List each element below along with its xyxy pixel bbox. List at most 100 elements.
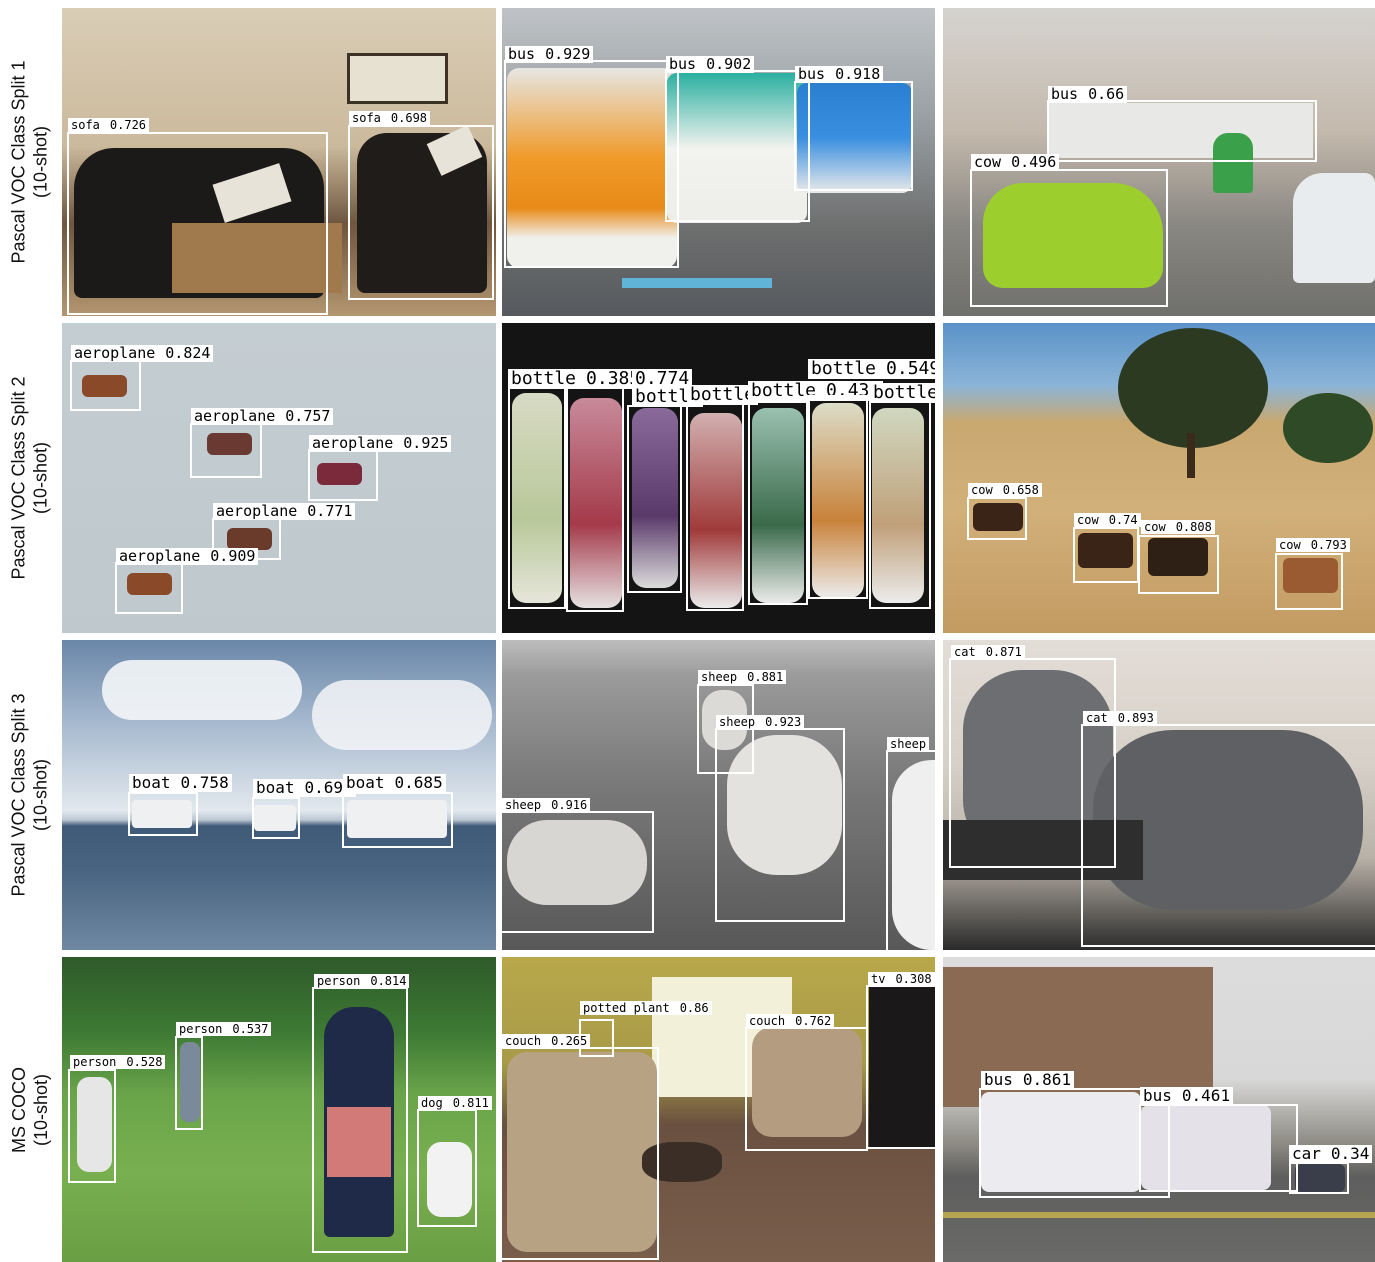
detection-label: aeroplane 0.757 — [191, 408, 334, 425]
tree — [1283, 393, 1373, 463]
detection-label: cow 0.496 — [971, 154, 1060, 171]
tree-trunk — [1187, 433, 1195, 478]
row-label-split1: Pascal VOC Class Split 1 (10-shot) — [0, 8, 60, 316]
detection-box — [502, 1047, 659, 1260]
detection-box — [417, 1109, 477, 1227]
road-lines — [943, 1212, 1375, 1218]
detection-label: couch 0.265 — [502, 1034, 591, 1048]
detection-box — [1289, 1162, 1349, 1194]
photo-biplanes-sky: aeroplane 0.824 aeroplane 0.757 aeroplane 0… — [62, 323, 496, 633]
detection-box — [967, 497, 1027, 540]
cloud — [102, 660, 302, 720]
detection-label: sofa 0.698 — [349, 111, 431, 125]
detection-box — [502, 811, 654, 933]
detection-label: bus 0.929 — [505, 46, 594, 63]
detection-label: couch 0.762 — [746, 1014, 835, 1028]
row-label-line1: MS COCO — [9, 1066, 30, 1153]
detection-box — [68, 1069, 116, 1183]
row-label-line1: Pascal VOC Class Split 2 — [9, 376, 30, 580]
row-label-coco: MS COCO (10-shot) — [0, 957, 60, 1262]
detection-box — [748, 401, 808, 605]
photo-living-room-sofas: sofa 0.726 sofa 0.698 — [62, 8, 496, 316]
detection-box — [1139, 1104, 1298, 1192]
detection-label: sheep 0.916 — [502, 798, 591, 812]
parked-car — [1293, 173, 1375, 283]
cloud — [312, 680, 492, 750]
photo-street-buses: bus 0.929 bus 0.902 bus 0.918 — [502, 8, 935, 316]
detection-label: bottle 0.385 — [508, 369, 644, 389]
detection-box — [67, 132, 328, 315]
detection-box — [715, 728, 845, 922]
detection-label: bus 0.902 — [666, 56, 755, 73]
detection-box — [745, 1027, 868, 1151]
detection-box — [1138, 535, 1219, 594]
detection-box — [252, 797, 300, 839]
detection-label: cat 0.893 — [1083, 711, 1157, 725]
detection-box — [866, 985, 935, 1149]
photo-cows-hillside: cow 0.658 cow 0.74 cow 0.808 cow 0.793 — [943, 323, 1375, 633]
detection-box — [348, 125, 494, 300]
detection-label: person 0.528 — [70, 1055, 166, 1069]
photo-garden-people-dog: person 0.814 person 0.537 person 0.528 dog 0… — [62, 957, 496, 1262]
photo-cow-statue-street: bus 0.66 cow 0.496 — [943, 8, 1375, 316]
detection-label: cat 0.871 — [951, 645, 1025, 659]
detection-label: sheep 0.881 — [698, 670, 787, 684]
photo-sleeping-cats: cat 0.871 cat 0.893 — [943, 640, 1375, 950]
detection-label: aeroplane 0.909 — [116, 548, 259, 565]
row-label-line1: Pascal VOC Class Split 3 — [9, 693, 30, 897]
wall-picture — [347, 53, 448, 104]
detection-box — [308, 449, 378, 501]
detection-label: dog 0.811 — [418, 1096, 492, 1110]
detection-label: boat 0.758 — [129, 774, 232, 792]
detection-box — [627, 405, 682, 593]
detection-label: bottle — [870, 383, 935, 403]
detection-label: bus 0.861 — [981, 1071, 1075, 1089]
detection-box — [1081, 724, 1375, 947]
detection-box — [566, 387, 624, 612]
detection-label: aeroplane 0.925 — [309, 435, 452, 452]
detection-label: tv 0.308 — [868, 972, 935, 986]
detection-box — [1073, 527, 1139, 583]
detection-box — [970, 169, 1168, 307]
detection-label: cow 0.74 — [1074, 513, 1141, 527]
detection-label: boat 0.691 — [253, 779, 356, 797]
row-label-line2: (10-shot) — [31, 758, 52, 832]
detection-label: boat 0.685 — [343, 774, 446, 792]
row-label-line2: (10-shot) — [31, 1073, 52, 1146]
detection-box — [504, 60, 679, 268]
road-marking — [622, 278, 772, 288]
detection-box — [1047, 100, 1317, 162]
photo-juice-bottles: bottle 0.385 0.774 bottle bottle bottle 0.… — [502, 323, 935, 633]
detection-box — [190, 423, 262, 478]
detection-label: sofa 0.726 — [68, 118, 150, 132]
row-label-line2: (10-shot) — [31, 125, 52, 199]
detection-label: person 0.814 — [314, 974, 410, 988]
detection-box — [886, 750, 935, 950]
detection-box — [869, 401, 931, 609]
detection-box — [1275, 553, 1343, 610]
tree — [1118, 328, 1268, 448]
row-label-line1: Pascal VOC Class Split 1 — [9, 60, 30, 264]
detection-label: sheep — [887, 737, 930, 751]
detection-box — [128, 792, 198, 836]
photo-sheep-field: sheep 0.881 sheep 0.923 sheep 0.916 sheep — [502, 640, 935, 950]
detection-box — [175, 1036, 203, 1130]
detection-box — [508, 387, 566, 609]
photo-living-room-couches: potted plant 0.86 couch 0.265 couch 0.762 t… — [502, 957, 935, 1262]
row-label-split3: Pascal VOC Class Split 3 (10-shot) — [0, 640, 60, 950]
detection-label: car 0.34 — [1289, 1145, 1373, 1163]
detection-box — [665, 70, 810, 222]
detection-label: bus 0.66 — [1048, 86, 1128, 103]
detection-box — [342, 792, 453, 848]
detection-label: bottle 0.549 — [808, 359, 935, 379]
row-label-line2: (10-shot) — [31, 441, 52, 515]
detection-label: cow 0.808 — [1141, 520, 1215, 534]
detection-label: cow 0.658 — [968, 483, 1042, 497]
detection-box — [115, 562, 183, 614]
detection-box — [794, 81, 913, 191]
detection-label: aeroplane 0.824 — [71, 345, 214, 362]
detection-label: person 0.537 — [176, 1022, 272, 1036]
detection-label: bus 0.461 — [1140, 1087, 1234, 1105]
row-label-split2: Pascal VOC Class Split 2 (10-shot) — [0, 323, 60, 633]
detection-box — [808, 395, 868, 599]
